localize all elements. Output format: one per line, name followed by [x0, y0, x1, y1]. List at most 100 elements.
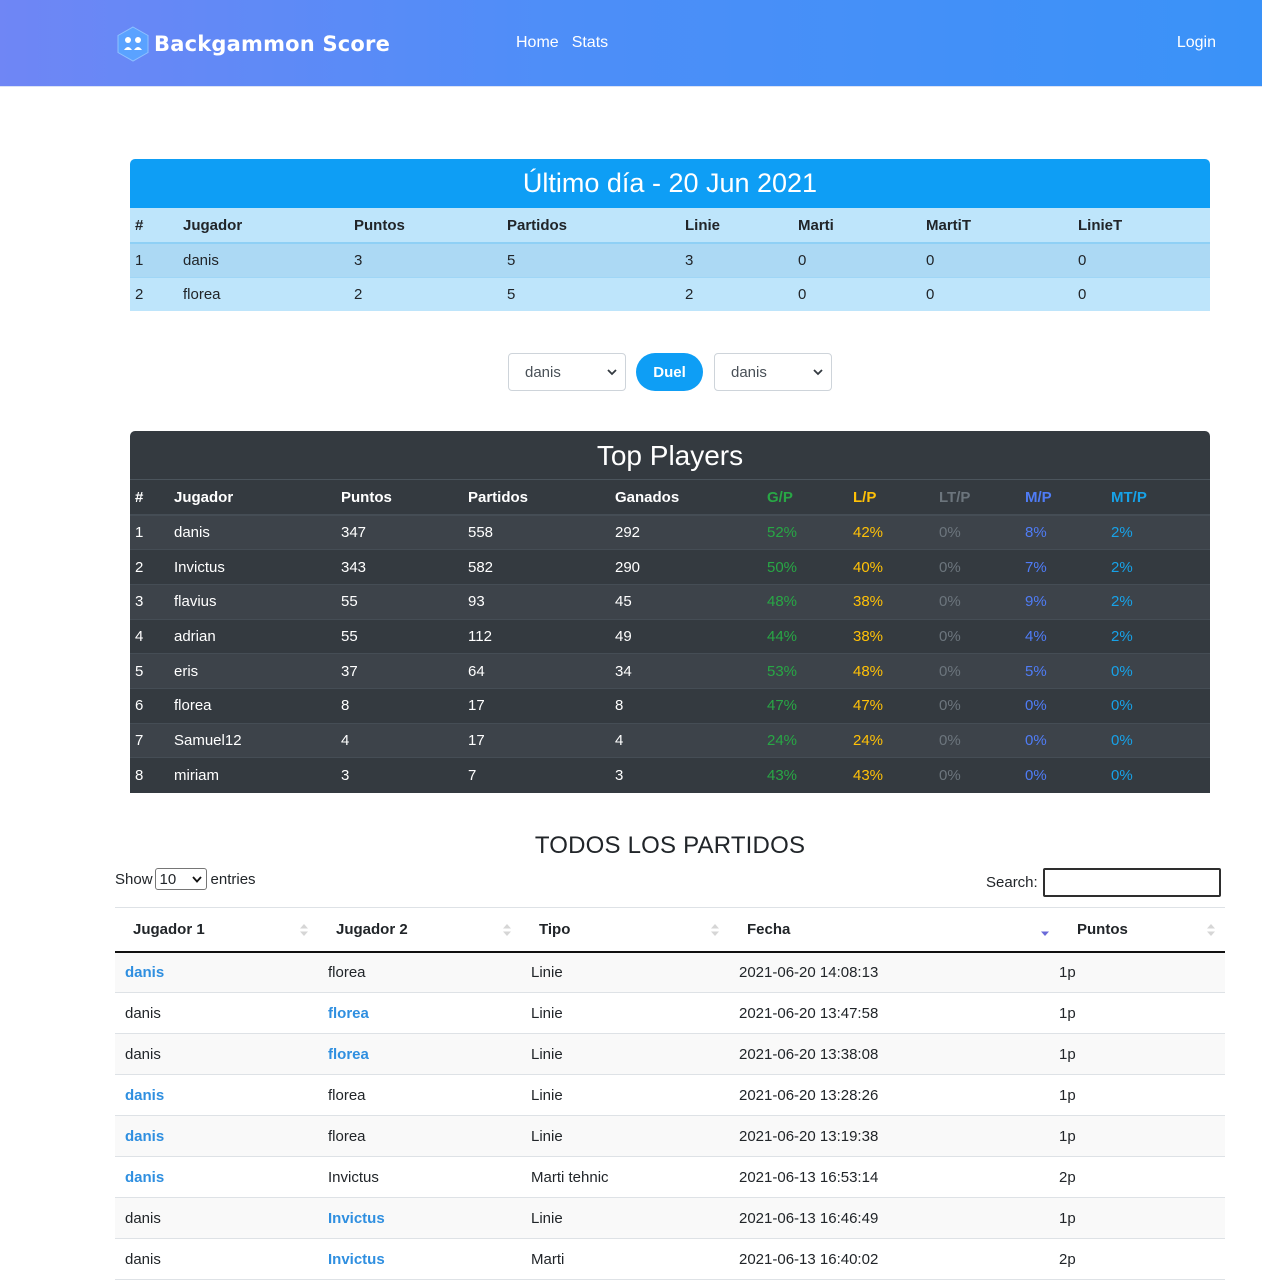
cell: 38%: [853, 627, 884, 645]
sort-both-icon: [300, 924, 308, 936]
cell: 0: [926, 285, 935, 303]
cell-puntos: 1p: [1059, 1086, 1076, 1104]
duel-button[interactable]: Duel: [636, 353, 703, 391]
last-day-table: # Jugador Puntos Partidos Linie Marti Ma…: [130, 208, 1210, 311]
winner-link[interactable]: Invictus: [318, 1198, 521, 1239]
cell-puntos: 2p: [1059, 1250, 1076, 1268]
cell: 52%: [767, 524, 798, 542]
sort-both-icon: [503, 924, 511, 936]
table-row: 3 flavius 55 93 45 48% 38% 0% 9% 2%: [130, 584, 1210, 620]
top-players-table: # Jugador Puntos Partidos Ganados G/P L/…: [130, 480, 1210, 793]
col-linie: Linie: [685, 216, 721, 234]
cell: 93: [468, 593, 485, 611]
cell: 24%: [853, 731, 884, 749]
cell: 0: [1078, 251, 1087, 269]
sort-puntos[interactable]: Puntos: [1059, 908, 1225, 952]
top-players-header-row: # Jugador Puntos Partidos Ganados G/P L/…: [130, 480, 1210, 515]
sort-both-icon: [711, 924, 719, 936]
cell: 4: [341, 731, 350, 749]
cell: 17: [468, 731, 485, 749]
entries-length-control: Show 10 entries: [115, 868, 256, 890]
cell: 34: [615, 662, 632, 680]
nav-home-link[interactable]: Home: [516, 34, 559, 52]
cell-p1: danis: [125, 1004, 161, 1022]
cell: 2: [354, 285, 363, 303]
chevron-down-icon: [607, 369, 617, 376]
cell-p2: florea: [328, 1127, 366, 1145]
table-row: 4 adrian 55 112 49 44% 38% 0% 4% 2%: [130, 619, 1210, 654]
nav-stats-link[interactable]: Stats: [572, 34, 608, 52]
cell: 3: [341, 766, 350, 784]
cell: florea: [174, 697, 212, 715]
search-input[interactable]: [1042, 868, 1221, 897]
cell: danis: [174, 524, 210, 542]
cell-fecha: 2021-06-13 16:46:49: [739, 1209, 879, 1227]
cell: 2: [685, 285, 694, 303]
cell: 0%: [939, 558, 961, 576]
cell: 43%: [853, 766, 884, 784]
login-link[interactable]: Login: [1177, 34, 1216, 52]
top-players-panel: Top Players # Jugador Puntos Partidos Ga…: [130, 431, 1210, 793]
cell: 55: [341, 627, 358, 645]
cell: 4%: [1025, 627, 1047, 645]
cell: 9%: [1025, 593, 1047, 611]
table-row: 8 miriam 3 7 3 43% 43% 0% 0% 0%: [130, 757, 1210, 793]
cell: 4: [135, 627, 144, 645]
duel-player2-select[interactable]: danis: [714, 353, 832, 391]
cell: 48%: [767, 593, 798, 611]
entries-select[interactable]: 10: [154, 868, 207, 890]
col-partidos: Partidos: [468, 488, 529, 506]
cell: 17: [468, 697, 485, 715]
cell: 292: [615, 524, 641, 542]
cell-puntos: 1p: [1059, 963, 1076, 981]
col-ganados: Ganados: [615, 488, 680, 506]
table-row: 5 eris 37 64 34 53% 48% 0% 5% 0%: [130, 653, 1210, 689]
cell: 0%: [1025, 766, 1047, 784]
cell: 5%: [1025, 662, 1047, 680]
table-row: danis florea Linie 2021-06-20 14:08:13 1p: [115, 951, 1225, 993]
cell: 5: [507, 251, 516, 269]
cell: 112: [468, 627, 492, 645]
brand[interactable]: Backgammon Score: [116, 26, 390, 62]
col-rank: #: [135, 216, 144, 234]
sort-jugador2[interactable]: Jugador 2: [318, 908, 521, 952]
cell: 8%: [1025, 524, 1047, 542]
col-mp: M/P: [1025, 488, 1052, 506]
cell-p2: Invictus: [328, 1168, 379, 1186]
last-day-title: Último día - 20 Jun 2021: [130, 159, 1210, 208]
cell-puntos: 1p: [1059, 1209, 1076, 1227]
cell: flavius: [174, 593, 217, 611]
winner-link[interactable]: danis: [115, 1075, 318, 1116]
cell-puntos: 1p: [1059, 1127, 1076, 1145]
table-row: 1 danis 3 5 3 0 0 0: [130, 243, 1210, 277]
cell: 3: [135, 593, 144, 611]
duel-player1-select[interactable]: danis: [508, 353, 626, 391]
cell-p1: danis: [125, 1045, 161, 1063]
table-row: danis Invictus Marti 2021-06-13 16:40:02 2p: [115, 1238, 1225, 1280]
col-jugador: Jugador: [174, 488, 234, 506]
cell-p1: danis: [125, 1209, 161, 1227]
cell: 44%: [767, 627, 798, 645]
cell: 3: [685, 251, 694, 269]
cell-fecha: 2021-06-20 14:08:13: [739, 963, 879, 981]
col-puntos: Puntos: [341, 488, 392, 506]
sort-tipo[interactable]: Tipo: [521, 908, 729, 952]
cell-tipo: Linie: [531, 1045, 563, 1063]
cell: 0%: [1111, 697, 1133, 715]
cell: adrian: [174, 627, 216, 645]
sort-jugador1[interactable]: Jugador 1: [115, 908, 318, 952]
winner-link[interactable]: danis: [115, 1157, 318, 1198]
winner-link[interactable]: florea: [318, 1034, 521, 1075]
search-label: Search:: [986, 874, 1038, 891]
winner-link[interactable]: danis: [115, 1116, 318, 1157]
sort-fecha[interactable]: Fecha: [729, 908, 1059, 952]
col-puntos-label: Puntos: [1077, 920, 1128, 938]
cell-fecha: 2021-06-20 13:47:58: [739, 1004, 879, 1022]
winner-link[interactable]: florea: [318, 993, 521, 1034]
cell: eris: [174, 662, 199, 680]
cell-tipo: Linie: [531, 963, 563, 981]
cell: 0: [926, 251, 935, 269]
table-row: 1 danis 347 558 292 52% 42% 0% 8% 2%: [130, 515, 1210, 550]
winner-link[interactable]: danis: [115, 952, 318, 993]
winner-link[interactable]: Invictus: [318, 1239, 521, 1280]
